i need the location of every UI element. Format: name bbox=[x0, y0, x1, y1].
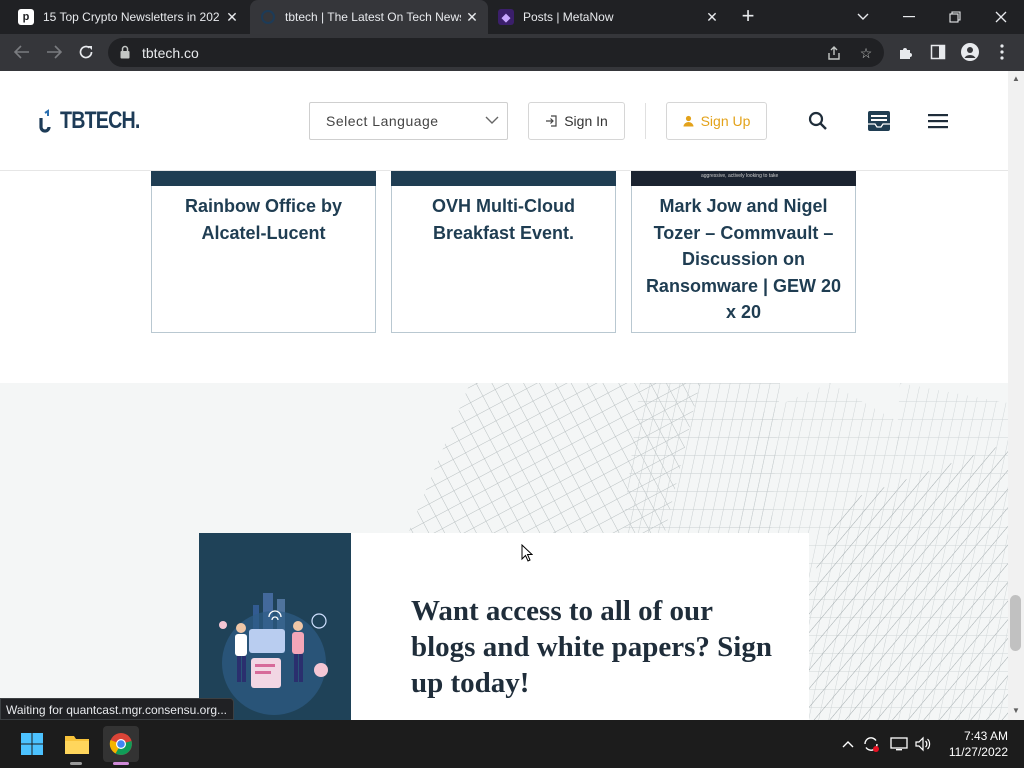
language-select-label: Select Language bbox=[326, 113, 439, 129]
header-divider bbox=[645, 103, 646, 139]
tab-metanow[interactable]: ◆ Posts | MetaNow ✕ bbox=[488, 0, 728, 34]
running-indicator bbox=[70, 762, 82, 765]
scroll-down-arrow-icon[interactable]: ▼ bbox=[1011, 707, 1021, 715]
site-logo[interactable]: TBTECH. bbox=[38, 107, 157, 135]
lock-icon[interactable] bbox=[120, 45, 130, 59]
tray-overflow-chevron-icon[interactable] bbox=[838, 734, 858, 754]
article-card[interactable]: OVH Multi-Cloud Breakfast Event. bbox=[391, 171, 616, 333]
card-image bbox=[151, 171, 376, 186]
profile-icon[interactable] bbox=[958, 40, 982, 64]
promo-illustration bbox=[199, 533, 351, 720]
close-icon[interactable]: ✕ bbox=[704, 9, 720, 25]
bookmark-star-icon[interactable]: ☆ bbox=[856, 43, 876, 63]
clock-time: 7:43 AM bbox=[963, 729, 1008, 743]
sign-up-button[interactable]: Sign Up bbox=[666, 102, 767, 140]
folder-icon bbox=[65, 736, 89, 754]
sign-in-label: Sign In bbox=[564, 113, 608, 129]
clock-date: 11/27/2022 bbox=[948, 745, 1008, 759]
card-image bbox=[391, 171, 616, 186]
new-tab-button[interactable]: + bbox=[737, 5, 759, 27]
tab-tbtech[interactable]: tbtech | The Latest On Tech News ✕ bbox=[250, 0, 488, 34]
search-icon[interactable] bbox=[806, 109, 830, 133]
taskbar: 7:43 AM 11/27/2022 bbox=[0, 720, 1024, 768]
article-card[interactable]: Rainbow Office by Alcatel-Lucent bbox=[151, 171, 376, 333]
sign-in-button[interactable]: Sign In bbox=[528, 102, 625, 140]
close-icon[interactable]: ✕ bbox=[224, 9, 240, 25]
close-icon[interactable]: ✕ bbox=[464, 9, 480, 25]
card-title[interactable]: Mark Jow and Nigel Tozer – Commvault – D… bbox=[632, 193, 855, 326]
scroll-up-arrow-icon[interactable]: ▲ bbox=[1011, 75, 1021, 83]
tab-crypto-newsletters[interactable]: p 15 Top Crypto Newsletters in 202 ✕ bbox=[8, 0, 248, 34]
close-window-button[interactable] bbox=[978, 0, 1024, 34]
status-bar: Waiting for quantcast.mgr.consensu.org..… bbox=[0, 698, 234, 720]
tab-title: Posts | MetaNow bbox=[523, 10, 614, 24]
chrome-icon bbox=[109, 733, 132, 755]
page-viewport: TBTECH. Select Language Sign In Sign Up … bbox=[0, 71, 1024, 720]
p-icon: p bbox=[18, 9, 34, 25]
tab-title: tbtech | The Latest On Tech News bbox=[285, 10, 461, 24]
chevron-down-icon bbox=[485, 116, 499, 124]
card-title[interactable]: Rainbow Office by Alcatel-Lucent bbox=[152, 193, 375, 246]
minimize-button[interactable] bbox=[886, 0, 932, 34]
address-bar[interactable]: tbtech.co ☆ bbox=[108, 38, 884, 67]
card-image: aggressive, actively looking to take bbox=[631, 171, 856, 186]
taskbar-clock[interactable]: 7:43 AM 11/27/2022 bbox=[938, 728, 1008, 760]
sign-up-label: Sign Up bbox=[700, 113, 751, 129]
menu-kebab-icon[interactable] bbox=[990, 40, 1014, 64]
url-text: tbtech.co bbox=[142, 45, 199, 61]
tab-strip: p 15 Top Crypto Newsletters in 202 ✕ tbt… bbox=[0, 0, 1024, 34]
article-card[interactable]: aggressive, actively looking to take Mar… bbox=[631, 171, 856, 333]
forward-button[interactable] bbox=[42, 40, 66, 64]
restore-button[interactable] bbox=[932, 0, 978, 34]
metanow-icon: ◆ bbox=[498, 9, 514, 25]
chrome-taskbar-button[interactable] bbox=[103, 726, 139, 762]
mouse-cursor-icon bbox=[521, 544, 533, 562]
volume-icon[interactable] bbox=[913, 734, 933, 754]
extensions-icon[interactable] bbox=[894, 40, 918, 64]
language-select[interactable]: Select Language bbox=[309, 102, 508, 140]
file-explorer-button[interactable] bbox=[59, 726, 95, 762]
tab-search-icon[interactable] bbox=[840, 0, 886, 34]
promo-headline: Want access to all of our blogs and whit… bbox=[411, 595, 772, 699]
reload-button[interactable] bbox=[74, 40, 98, 64]
site-header: TBTECH. Select Language Sign In Sign Up bbox=[0, 71, 1008, 171]
card-title[interactable]: OVH Multi-Cloud Breakfast Event. bbox=[392, 193, 615, 246]
tbtech-icon bbox=[260, 9, 276, 25]
windows-logo-icon bbox=[21, 733, 43, 755]
hamburger-menu-icon[interactable] bbox=[926, 109, 950, 133]
logo-text: TBTECH. bbox=[60, 107, 140, 134]
scrollbar-thumb[interactable] bbox=[1010, 595, 1021, 651]
back-button[interactable] bbox=[10, 40, 34, 64]
side-panel-icon[interactable] bbox=[926, 40, 950, 64]
start-button[interactable] bbox=[14, 726, 50, 762]
signup-promo-card: Want access to all of our blogs and whit… bbox=[199, 533, 809, 720]
card-image-caption: aggressive, actively looking to take bbox=[701, 173, 779, 179]
browser-toolbar: tbtech.co ☆ bbox=[0, 34, 1024, 71]
network-icon[interactable] bbox=[889, 734, 909, 754]
tab-title: 15 Top Crypto Newsletters in 202 bbox=[43, 10, 219, 24]
logo-mark-icon bbox=[39, 109, 51, 133]
active-indicator bbox=[113, 762, 129, 765]
sign-in-icon bbox=[546, 115, 557, 127]
sync-icon[interactable] bbox=[861, 734, 881, 754]
user-icon bbox=[683, 115, 694, 127]
inbox-icon[interactable] bbox=[866, 109, 892, 133]
share-icon[interactable] bbox=[824, 43, 844, 63]
